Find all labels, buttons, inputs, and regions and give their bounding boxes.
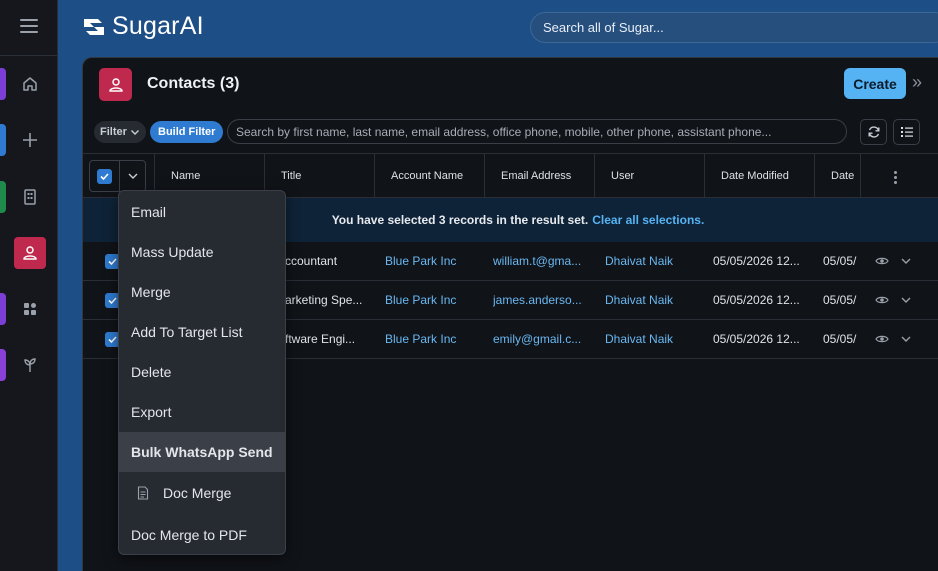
eye-icon[interactable] [875, 293, 889, 307]
rail-accent-bar [0, 124, 6, 156]
menu-item-bulk-whatsapp-send[interactable]: Bulk WhatsApp Send [119, 432, 285, 472]
cell-date: 05/05/ [823, 332, 857, 346]
menu-icon[interactable] [20, 19, 38, 35]
column-header-email-address[interactable]: Email Address [484, 154, 594, 198]
menu-item-doc-merge[interactable]: Doc Merge [119, 473, 285, 513]
filter-label: Filter [100, 126, 127, 138]
collapse-panel-icon[interactable]: » [912, 72, 922, 93]
eye-icon[interactable] [875, 254, 889, 268]
column-header-date[interactable]: Date [814, 154, 860, 198]
column-header-date-modified[interactable]: Date Modified [704, 154, 814, 198]
list-search-placeholder: Search by first name, last name, email a… [236, 124, 772, 139]
list-search-input[interactable]: Search by first name, last name, email a… [227, 119, 847, 144]
column-options-icon[interactable] [885, 162, 905, 192]
global-search-input[interactable]: Search all of Sugar... [530, 12, 938, 43]
cell-date-modified: 05/05/2026 12... [713, 293, 800, 307]
rail-accent-bar [0, 68, 6, 100]
rail-accent-bar [0, 181, 6, 213]
menu-item-delete[interactable]: Delete [119, 352, 285, 392]
build-filter-button[interactable]: Build Filter [150, 121, 224, 143]
refresh-button[interactable] [860, 119, 887, 145]
cell-title: arketing Spe... [285, 293, 363, 307]
cell-date: 05/05/ [823, 293, 857, 307]
rail-accent-bar [0, 293, 6, 325]
menu-item-doc-merge-label: Doc Merge [163, 485, 232, 501]
rail-divider [0, 55, 58, 56]
cell-date-modified: 05/05/2026 12... [713, 254, 800, 268]
check-icon [100, 172, 109, 180]
menu-item-export[interactable]: Export [119, 392, 285, 432]
plant-icon[interactable] [14, 349, 46, 381]
filter-button[interactable]: Filter [94, 121, 146, 143]
cell-email-address[interactable]: emily@gmail.c... [493, 320, 589, 358]
list-view-toggle-button[interactable] [893, 119, 920, 145]
cell-user[interactable]: Dhaivat Naik [605, 281, 700, 319]
refresh-icon [868, 126, 879, 138]
column-header-user[interactable]: User [594, 154, 704, 198]
cell-title: ftware Engi... [285, 332, 356, 346]
left-nav-rail [0, 0, 58, 571]
select-all-checkbox[interactable] [97, 168, 112, 184]
column-header-account-name[interactable]: Account Name [374, 154, 484, 198]
chevron-down-icon [128, 173, 138, 179]
cell-title: ccountant [285, 254, 338, 268]
brand-logo[interactable]: SugarAI [82, 12, 204, 41]
menu-item-merge[interactable]: Merge [119, 272, 285, 312]
chevron-down-icon[interactable] [899, 293, 913, 307]
list-icon [900, 127, 913, 137]
clear-selections-link[interactable]: Clear all selections. [592, 213, 704, 227]
check-icon [108, 258, 117, 266]
sugar-logo-icon [84, 18, 104, 35]
menu-item-email[interactable]: Email [119, 192, 285, 232]
brand-name: SugarAI [112, 12, 204, 40]
building-icon[interactable] [14, 181, 46, 213]
cell-email-address[interactable]: william.t@gma... [493, 242, 589, 280]
chevron-down-icon[interactable] [899, 254, 913, 268]
check-icon [108, 336, 117, 344]
selection-banner-text: You have selected 3 records in the resul… [331, 213, 589, 227]
menu-item-doc-merge-to-pdf[interactable]: Doc Merge to PDF [119, 515, 285, 555]
chevron-down-icon [130, 130, 139, 135]
cell-account-name[interactable]: Blue Park Inc [385, 281, 480, 319]
page-title: Contacts (3) [147, 75, 240, 92]
cell-date-modified: 05/05/2026 12... [713, 332, 800, 346]
cell-account-name[interactable]: Blue Park Inc [385, 320, 480, 358]
cell-user[interactable]: Dhaivat Naik [605, 320, 700, 358]
home-icon[interactable] [14, 68, 46, 100]
mass-actions-dropdown[interactable] [119, 161, 146, 191]
eye-icon[interactable] [875, 332, 889, 346]
cell-user[interactable]: Dhaivat Naik [605, 242, 700, 280]
global-search-placeholder: Search all of Sugar... [543, 20, 664, 35]
rail-accent-bar [0, 349, 6, 381]
create-button[interactable]: Create [844, 68, 906, 99]
check-icon [108, 297, 117, 305]
cell-account-name[interactable]: Blue Park Inc [385, 242, 480, 280]
contacts-module-icon [99, 68, 132, 101]
cell-date: 05/05/ [823, 254, 857, 268]
contacts-icon[interactable] [14, 237, 46, 269]
mass-actions-menu: Email Mass Update Merge Add To Target Li… [118, 190, 286, 555]
chevron-down-icon[interactable] [899, 332, 913, 346]
menu-item-mass-update[interactable]: Mass Update [119, 232, 285, 272]
select-all-control[interactable] [89, 160, 146, 192]
plus-icon[interactable] [14, 124, 46, 156]
document-icon [137, 486, 149, 500]
dashboard-icon[interactable] [14, 293, 46, 325]
cell-email-address[interactable]: james.anderso... [493, 281, 589, 319]
menu-item-add-to-target-list[interactable]: Add To Target List [119, 312, 285, 352]
